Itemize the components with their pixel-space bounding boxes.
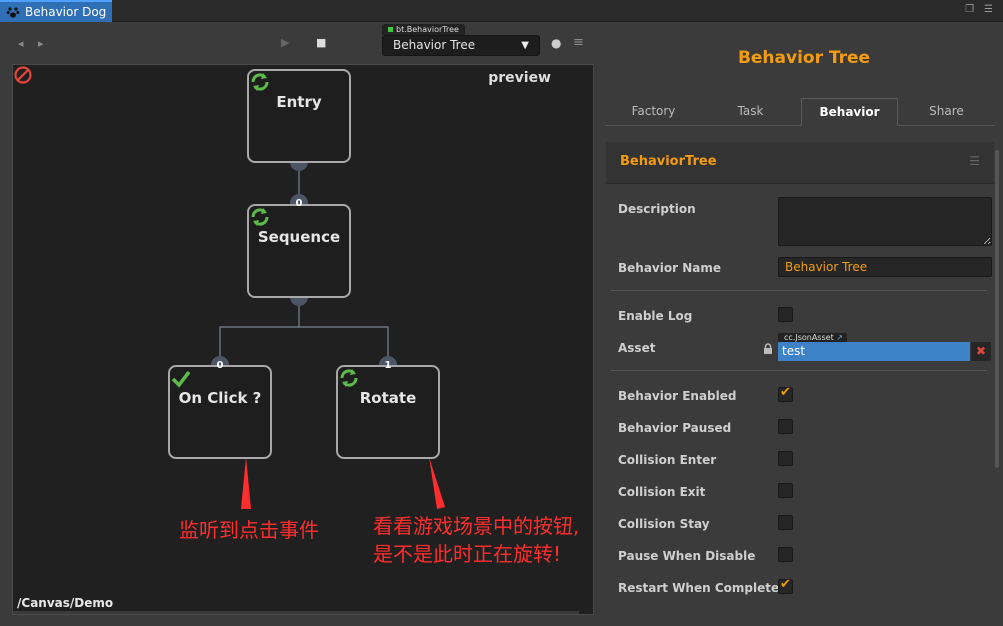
description-textarea[interactable] xyxy=(778,197,992,246)
running-refresh-icon xyxy=(251,208,269,226)
behavior-paused-label: Behavior Paused xyxy=(618,421,732,435)
divider xyxy=(611,290,987,291)
stop-icon[interactable]: ■ xyxy=(316,36,326,49)
restart-when-complete-checkbox[interactable] xyxy=(778,577,793,594)
enable-log-checkbox[interactable] xyxy=(778,307,793,322)
tab-task[interactable]: Task xyxy=(702,98,799,126)
node-label: On Click ? xyxy=(178,389,262,407)
forward-icon[interactable]: ▸ xyxy=(38,37,44,50)
pause-when-disable-label: Pause When Disable xyxy=(618,549,756,563)
asset-label: Asset xyxy=(618,341,656,355)
child-index-badge: 1 xyxy=(384,360,392,371)
behavior-paused-checkbox[interactable] xyxy=(778,419,793,434)
chevron-down-icon: ▼ xyxy=(521,40,529,51)
back-icon[interactable]: ◂ xyxy=(18,37,24,50)
lock-icon[interactable] xyxy=(763,343,773,355)
title-bar: Behavior Dog ❐ ☰ xyxy=(0,0,1003,22)
running-refresh-icon xyxy=(251,73,269,91)
node-path: /Canvas/Demo xyxy=(17,596,114,610)
tab-share[interactable]: Share xyxy=(898,98,995,126)
behavior-name-label: Behavior Name xyxy=(618,261,721,275)
annotation-right-line1: 看看游戏场景中的按钮, xyxy=(373,514,580,538)
external-link-icon[interactable]: ↗ xyxy=(836,333,843,342)
tree-select-value: Behavior Tree xyxy=(393,38,476,52)
annotation-left: 监听到点击事件 xyxy=(179,518,319,542)
horizontal-scrollbar[interactable] xyxy=(13,611,579,614)
window-tab-label: Behavior Dog xyxy=(25,5,107,19)
asset-field[interactable]: test xyxy=(778,342,970,361)
node-sequence[interactable]: Sequence xyxy=(247,204,351,298)
collision-exit-checkbox[interactable] xyxy=(778,483,793,498)
paw-icon xyxy=(6,7,20,18)
collision-stay-checkbox[interactable] xyxy=(778,515,793,530)
no-entry-icon[interactable] xyxy=(13,65,33,85)
panel-tabs: Factory Task Behavior Share xyxy=(605,98,995,126)
section-title: BehaviorTree xyxy=(620,154,717,169)
section-header[interactable]: BehaviorTree ☰ xyxy=(606,142,994,184)
node-entry[interactable]: Entry xyxy=(247,69,351,163)
tree-selector: bt.BehaviorTree Behavior Tree ▼ xyxy=(382,24,542,57)
running-refresh-icon xyxy=(340,369,358,387)
child-index-badge: 0 xyxy=(216,360,224,371)
collision-enter-checkbox[interactable] xyxy=(778,451,793,466)
section-menu-icon[interactable]: ☰ xyxy=(969,154,980,168)
tab-behavior[interactable]: Behavior xyxy=(801,98,898,126)
restore-window-icon[interactable]: ❐ xyxy=(965,4,974,15)
type-tag: bt.BehaviorTree xyxy=(382,24,465,35)
success-check-icon xyxy=(171,370,191,388)
child-index-badge: 0 xyxy=(295,198,303,209)
preview-label: preview xyxy=(488,70,551,86)
node-onclick[interactable]: On Click ? xyxy=(168,365,272,459)
description-label: Description xyxy=(618,202,696,216)
collision-stay-label: Collision Stay xyxy=(618,517,710,531)
annotation-arrow-left xyxy=(241,457,251,509)
pause-when-disable-checkbox[interactable] xyxy=(778,547,793,562)
record-dot-icon[interactable]: ● xyxy=(551,36,561,50)
enable-log-label: Enable Log xyxy=(618,309,693,323)
behavior-enabled-checkbox[interactable] xyxy=(778,385,793,402)
clear-asset-button[interactable]: ✖ xyxy=(971,342,991,361)
restart-when-complete-label: Restart When Complete xyxy=(618,581,780,595)
tab-factory[interactable]: Factory xyxy=(605,98,702,126)
annotation-arrow-right xyxy=(429,457,445,509)
node-label: Rotate xyxy=(359,389,417,407)
collision-enter-label: Collision Enter xyxy=(618,453,717,467)
node-rotate[interactable]: Rotate xyxy=(336,365,440,459)
tree-select-dropdown[interactable]: Behavior Tree ▼ xyxy=(382,35,540,56)
node-label: Sequence xyxy=(257,228,341,246)
collision-exit-label: Collision Exit xyxy=(618,485,706,499)
behavior-name-input[interactable]: Behavior Tree xyxy=(778,257,992,277)
window-tab[interactable]: Behavior Dog xyxy=(0,0,112,22)
play-icon[interactable]: ▶ xyxy=(281,36,289,49)
behavior-enabled-label: Behavior Enabled xyxy=(618,389,737,403)
hamburger-menu-icon[interactable]: ≡ xyxy=(573,35,584,50)
node-label: Entry xyxy=(276,93,322,111)
annotation-right-line2: 是不是此时正在旋转! xyxy=(373,542,562,566)
window-menu-icon[interactable]: ☰ xyxy=(984,4,993,15)
behavior-tree-canvas[interactable]: Entry Sequence On Click ? Rotate 0 0 1 p… xyxy=(12,64,594,615)
panel-title: Behavior Tree xyxy=(737,48,871,68)
vertical-scrollbar[interactable] xyxy=(995,150,999,468)
divider xyxy=(611,370,987,371)
